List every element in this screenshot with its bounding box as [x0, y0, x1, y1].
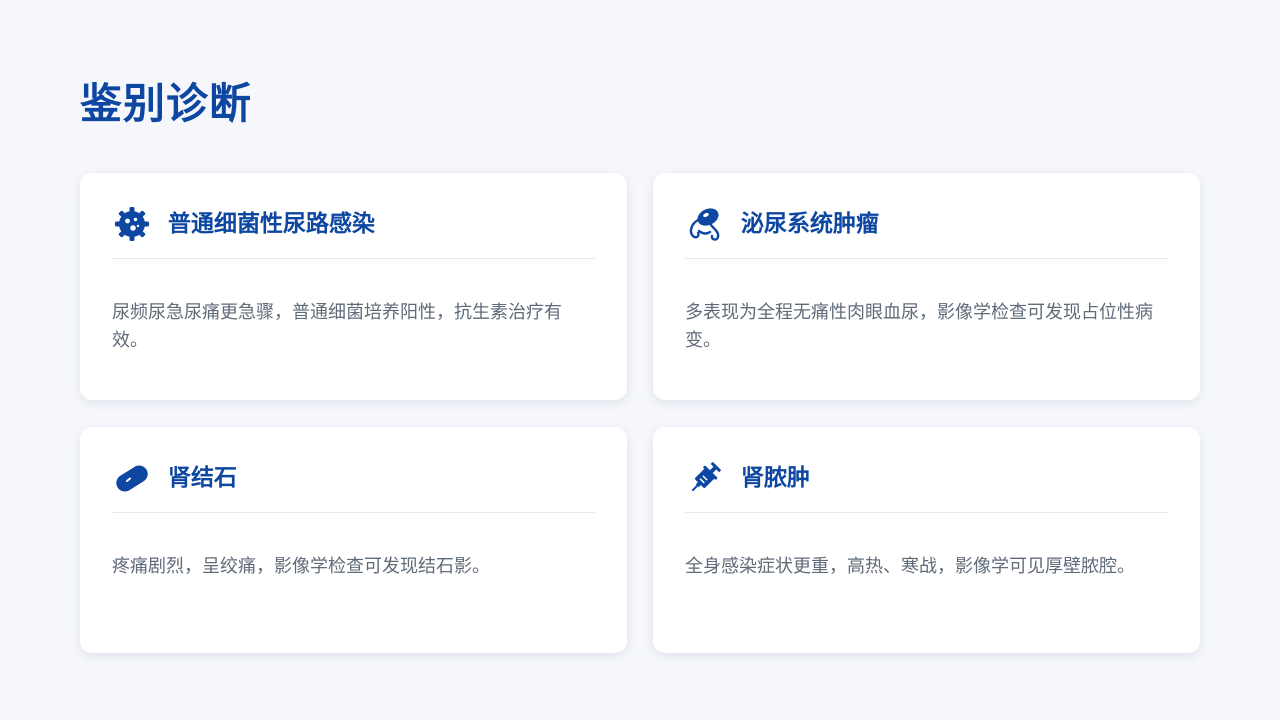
- card-title: 肾结石: [168, 464, 237, 491]
- card-description: 尿频尿急尿痛更急骤，普通细菌培养阳性，抗生素治疗有效。: [112, 302, 562, 351]
- card-description: 疼痛剧烈，呈绞痛，影像学检查可发现结石影。: [112, 556, 490, 577]
- card-header: 普通细菌性尿路感染: [112, 205, 595, 259]
- diagnosis-card-kidney-stone: 肾结石 疼痛剧烈，呈绞痛，影像学检查可发现结石影。: [80, 427, 627, 653]
- diagnosis-card-bacterial-uti: 普通细菌性尿路感染 尿频尿急尿痛更急骤，普通细菌培养阳性，抗生素治疗有效。: [80, 173, 627, 400]
- card-title: 泌尿系统肿瘤: [741, 210, 879, 237]
- bacteria-icon: [112, 204, 152, 244]
- capsule-icon: [112, 458, 152, 498]
- page-title: 鉴别诊断: [80, 79, 253, 128]
- syringe-icon: [685, 458, 725, 498]
- organ-tumor-icon: [685, 204, 725, 244]
- card-header: 泌尿系统肿瘤: [685, 205, 1168, 259]
- diagnosis-card-renal-abscess: 肾脓肿 全身感染症状更重，高热、寒战，影像学可见厚壁脓腔。: [653, 427, 1200, 653]
- card-description: 多表现为全程无痛性肉眼血尿，影像学检查可发现占位性病变。: [685, 302, 1153, 351]
- card-header: 肾脓肿: [685, 459, 1168, 513]
- diagnosis-card-grid: 普通细菌性尿路感染 尿频尿急尿痛更急骤，普通细菌培养阳性，抗生素治疗有效。 泌尿…: [80, 173, 1200, 653]
- card-description: 全身感染症状更重，高热、寒战，影像学可见厚壁脓腔。: [685, 556, 1135, 577]
- diagnosis-card-urinary-tumor: 泌尿系统肿瘤 多表现为全程无痛性肉眼血尿，影像学检查可发现占位性病变。: [653, 173, 1200, 400]
- card-header: 肾结石: [112, 459, 595, 513]
- card-title: 普通细菌性尿路感染: [168, 210, 375, 237]
- card-title: 肾脓肿: [741, 464, 810, 491]
